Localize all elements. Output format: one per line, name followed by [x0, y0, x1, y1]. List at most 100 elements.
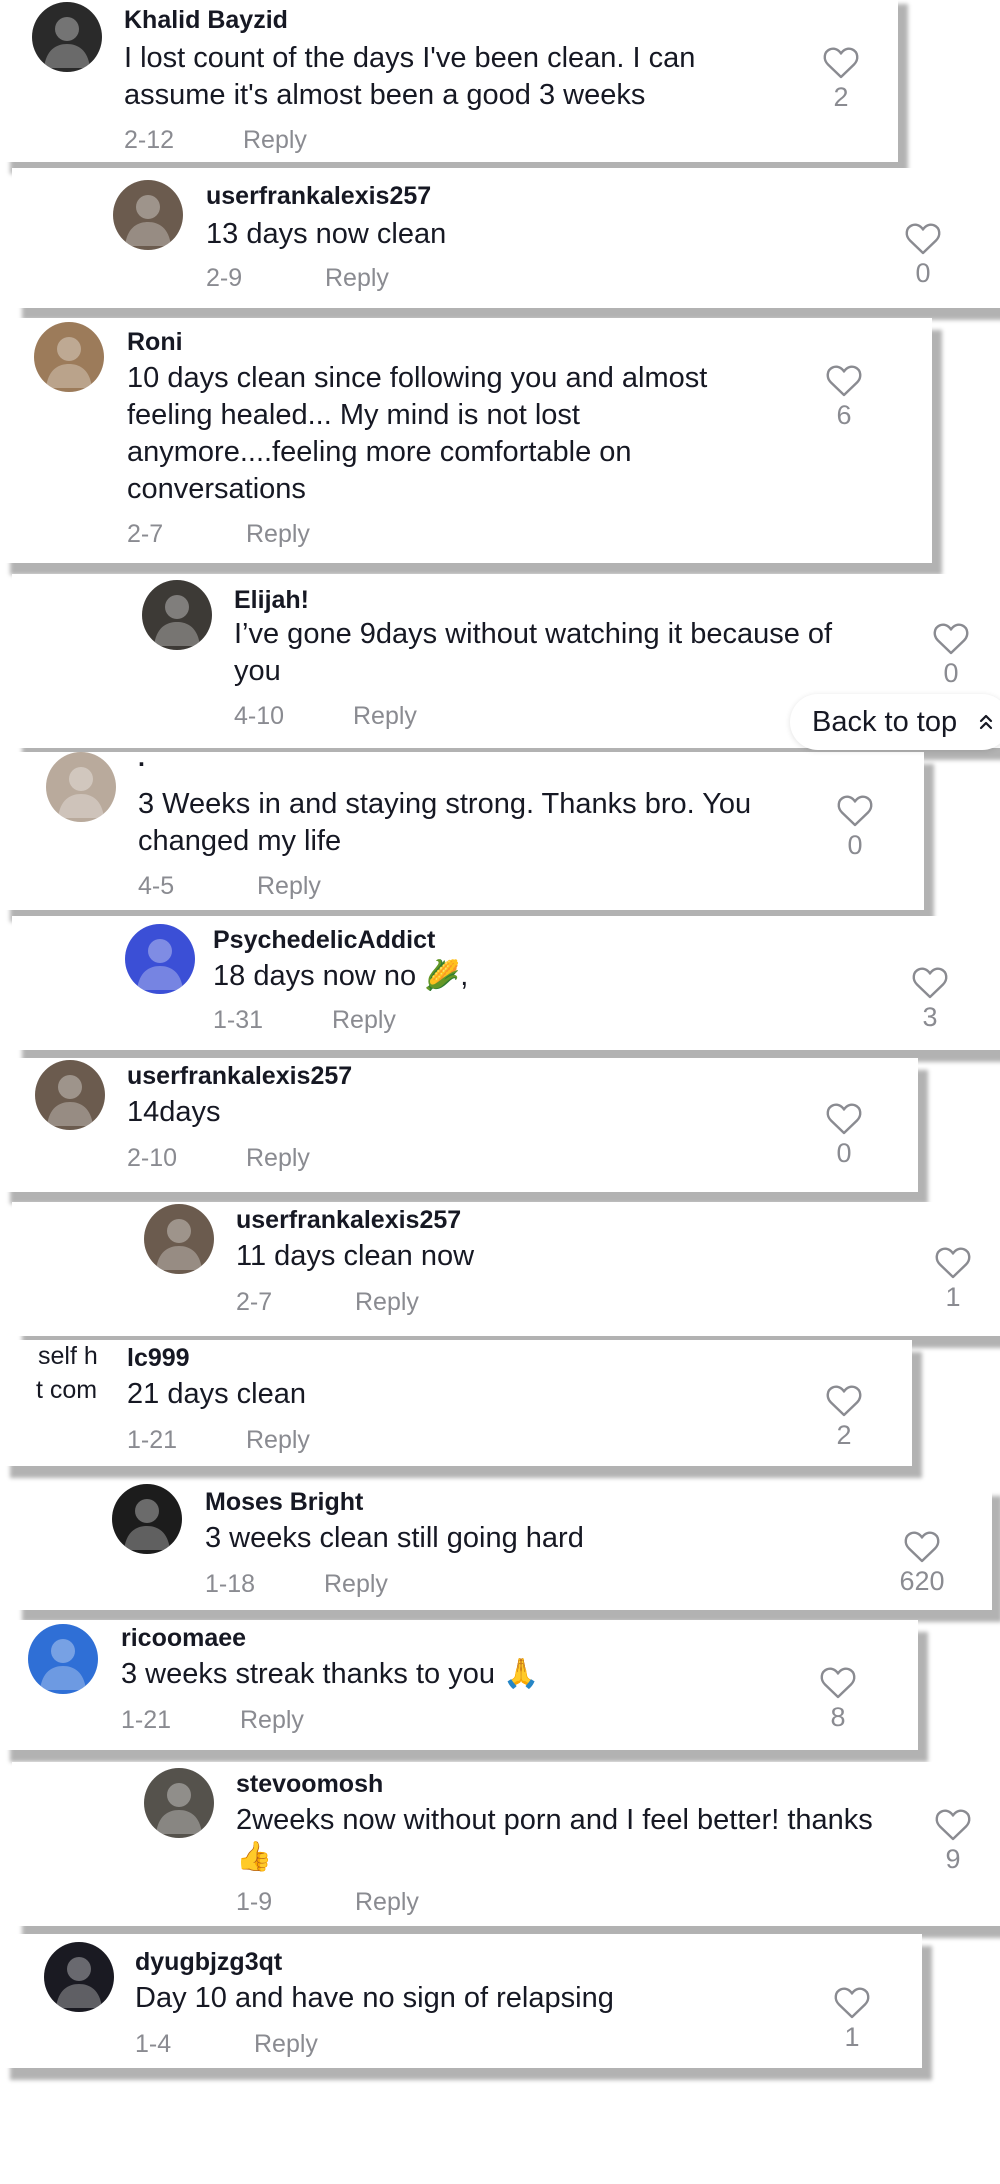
reply-button[interactable]: Reply	[246, 1426, 310, 1455]
reply-button[interactable]: Reply	[246, 1144, 310, 1173]
reply-button[interactable]: Reply	[355, 1888, 419, 1917]
like-count: 0	[943, 658, 959, 688]
comment-date: 2-7	[127, 520, 164, 548]
comment-username[interactable]: lc999	[127, 1344, 190, 1373]
comment-card: dyugbjzg3qt Day 10 and have no sign of r…	[0, 1934, 922, 2068]
comment-username[interactable]: userfrankalexis257	[127, 1062, 352, 1091]
comment-username[interactable]: Elijah!	[234, 586, 309, 615]
reply-button[interactable]: Reply	[353, 702, 417, 731]
comment-text: Day 10 and have no sign of relapsing	[135, 1982, 614, 2014]
avatar[interactable]	[32, 2, 102, 72]
avatar-silhouette-icon	[58, 767, 104, 818]
like-count: 8	[830, 1702, 846, 1732]
comment-card: userfrankalexis257 13 days now clean 2-9…	[12, 168, 1000, 308]
heart-icon	[823, 47, 859, 79]
back-to-top-label: Back to top	[812, 706, 958, 738]
comment-card: stevoomosh 2weeks now without porn and I…	[12, 1762, 1000, 1926]
reply-button[interactable]: Reply	[257, 872, 321, 901]
comment-card: Moses Bright 3 weeks clean still going h…	[12, 1484, 992, 1610]
like-button[interactable]: 2	[811, 46, 871, 113]
like-button[interactable]: 9	[923, 1808, 983, 1875]
avatar[interactable]	[112, 1484, 182, 1554]
like-button[interactable]: 6	[814, 364, 874, 431]
comment-username[interactable]: PsychedelicAddict	[213, 926, 435, 955]
comment-card: . 3 Weeks in and staying strong. Thanks …	[0, 744, 924, 910]
like-count: 0	[836, 1138, 852, 1168]
comment-username[interactable]: Roni	[127, 328, 183, 357]
avatar-silhouette-icon	[156, 1783, 202, 1834]
reply-button[interactable]: Reply	[332, 1006, 396, 1035]
comment-text: 3 Weeks in and staying strong. Thanks br…	[138, 788, 752, 857]
reply-button[interactable]: Reply	[325, 264, 389, 293]
like-button[interactable]: 0	[825, 794, 885, 861]
avatar[interactable]	[28, 1624, 98, 1694]
avatar[interactable]	[113, 180, 183, 250]
comment-text: 13 days now clean	[206, 218, 447, 250]
avatar[interactable]	[142, 580, 212, 650]
heart-icon	[826, 365, 862, 397]
comment-card: ricoomaee 3 weeks streak thanks to you 🙏…	[0, 1620, 918, 1750]
comment-date: 1-9	[236, 1888, 273, 1916]
like-count: 1	[945, 1282, 961, 1312]
like-button[interactable]: 0	[893, 222, 953, 289]
comment-text: I’ve gone 9days without watching it beca…	[234, 618, 833, 687]
heart-icon	[905, 223, 941, 255]
reply-button[interactable]: Reply	[243, 126, 307, 155]
like-count: 620	[899, 1566, 945, 1596]
back-to-top-button[interactable]: Back to top	[790, 694, 1000, 750]
avatar-silhouette-icon	[124, 1499, 170, 1550]
comment-text: 21 days clean	[127, 1378, 306, 1410]
heart-icon	[837, 795, 873, 827]
comment-username[interactable]: Moses Bright	[205, 1488, 363, 1517]
comment-username[interactable]: ricoomaee	[121, 1624, 246, 1653]
heart-icon	[904, 1531, 940, 1563]
heart-icon	[935, 1247, 971, 1279]
reply-button[interactable]: Reply	[355, 1288, 419, 1317]
like-button[interactable]: 0	[921, 622, 981, 689]
reply-button[interactable]: Reply	[324, 1570, 388, 1599]
reply-button[interactable]: Reply	[240, 1706, 304, 1735]
avatar[interactable]	[125, 924, 195, 994]
like-count: 2	[836, 1420, 852, 1450]
comment-text: 3 weeks streak thanks to you 🙏	[121, 1658, 540, 1690]
like-button[interactable]: 1	[822, 1986, 882, 2053]
avatar[interactable]	[144, 1768, 214, 1838]
like-count: 3	[922, 1002, 938, 1032]
comment-username[interactable]: Khalid Bayzid	[124, 6, 288, 35]
like-count: 9	[945, 1844, 961, 1874]
like-button[interactable]: 3	[900, 966, 960, 1033]
like-button[interactable]: 0	[814, 1102, 874, 1169]
like-count: 0	[915, 258, 931, 288]
comment-date: 1-18	[205, 1570, 256, 1598]
reply-button[interactable]: Reply	[246, 520, 310, 549]
comment-username[interactable]: stevoomosh	[236, 1770, 383, 1799]
comment-text: 3 weeks clean still going hard	[205, 1522, 584, 1554]
comment-username[interactable]: userfrankalexis257	[236, 1206, 461, 1235]
avatar[interactable]	[144, 1204, 214, 1274]
like-button[interactable]: 1	[923, 1246, 983, 1313]
avatar-silhouette-icon	[44, 17, 90, 68]
like-button[interactable]: 8	[808, 1666, 868, 1733]
comment-date: 2-12	[124, 126, 175, 154]
comment-username[interactable]: dyugbjzg3qt	[135, 1948, 282, 1977]
heart-icon	[834, 1987, 870, 2019]
comment-username[interactable]: .	[138, 744, 145, 773]
comment-card: Khalid Bayzid I lost count of the days I…	[0, 0, 898, 162]
like-count: 1	[844, 2022, 860, 2052]
like-button[interactable]: 620	[892, 1530, 952, 1597]
avatar[interactable]	[35, 1060, 105, 1130]
comment-text: 14days	[127, 1096, 221, 1128]
heart-icon	[933, 623, 969, 655]
comment-text: 2weeks now without porn and I feel bette…	[236, 1804, 873, 1873]
heart-icon	[912, 967, 948, 999]
avatar[interactable]	[46, 752, 116, 822]
comment-username[interactable]: userfrankalexis257	[206, 182, 431, 211]
like-button[interactable]: 2	[814, 1384, 874, 1451]
avatar[interactable]	[44, 1942, 114, 2012]
reply-button[interactable]: Reply	[254, 2030, 318, 2059]
avatar[interactable]	[34, 322, 104, 392]
avatar-silhouette-icon	[154, 595, 200, 646]
comment-text: 11 days clean now	[236, 1240, 475, 1272]
comment-card: self h t com lc999 21 days clean 1-21 Re…	[0, 1340, 912, 1466]
avatar-silhouette-icon	[47, 1075, 93, 1126]
